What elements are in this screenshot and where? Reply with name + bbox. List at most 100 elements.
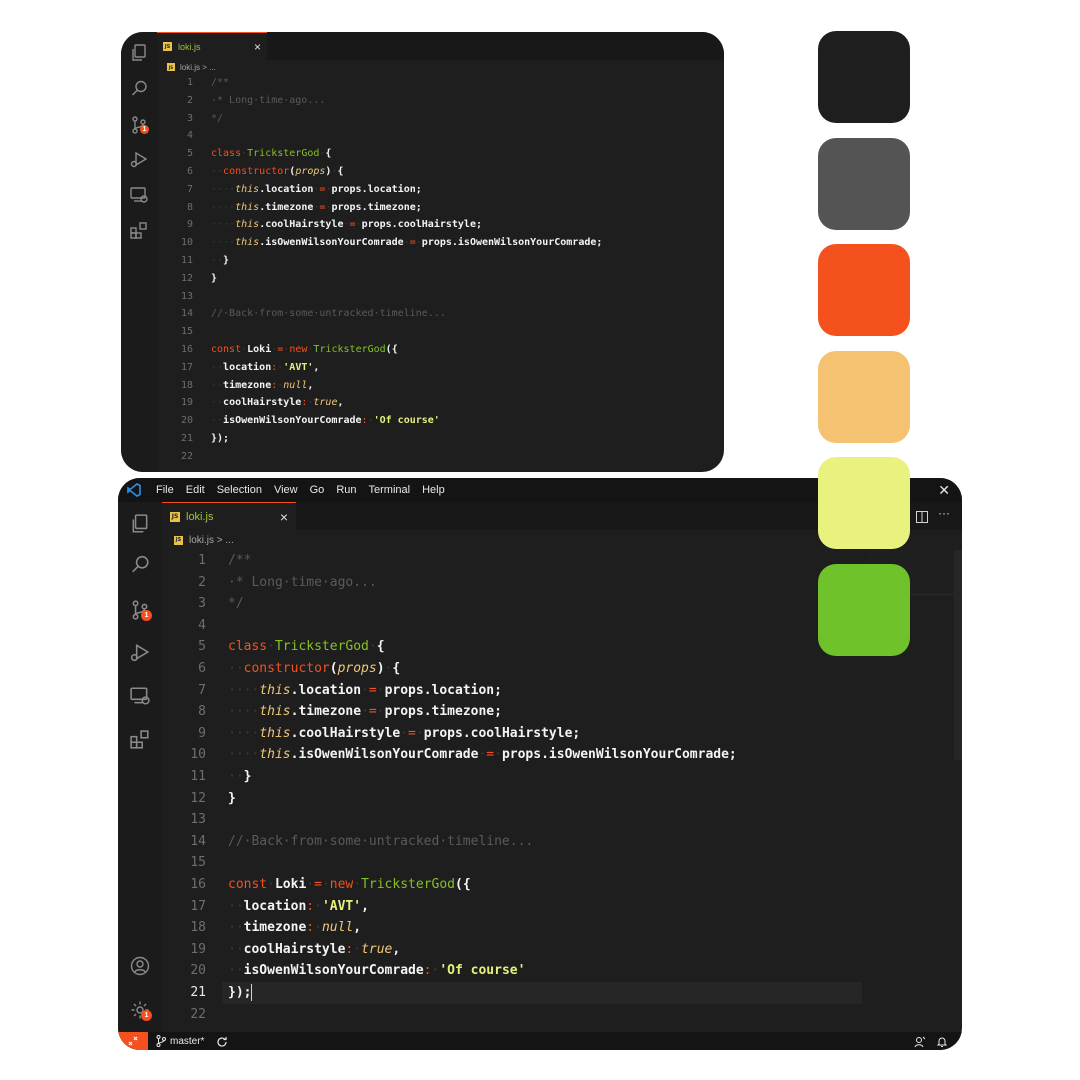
search-icon[interactable]: [118, 552, 162, 576]
token: ·: [267, 877, 275, 892]
code-line: 10 ····this.isOwenWilsonYourComrade·=·pro…: [162, 744, 864, 766]
code-line: 17 ··location:·'AVT',: [162, 896, 864, 918]
close-window-icon[interactable]: ✕: [938, 482, 950, 499]
tab-loki-js[interactable]: JS loki.js ×: [162, 502, 296, 530]
menu-edit[interactable]: Edit: [186, 484, 205, 496]
line-number: 8: [186, 201, 193, 213]
line-number: 16: [190, 877, 206, 892]
breadcrumb[interactable]: JS loki.js > ...: [167, 61, 216, 73]
token: ··: [211, 361, 224, 373]
color-swatch: [818, 31, 910, 123]
sync-icon[interactable]: [216, 1035, 228, 1050]
line-text: ··constructor(props)·{: [228, 658, 400, 680]
line-number: 11: [190, 769, 206, 784]
token: 'Of course': [439, 963, 526, 979]
token: ····: [228, 682, 260, 698]
token: });: [228, 985, 252, 1000]
token: TricksterGod: [274, 639, 369, 655]
token: ··: [211, 415, 224, 427]
branch-icon: [156, 1035, 166, 1047]
code-line: 12}: [162, 788, 864, 810]
token: Loki: [274, 877, 307, 892]
line-text: ····this.isOwenWilsonYourComrade·=·props…: [228, 744, 737, 766]
color-swatch: [818, 244, 910, 336]
token: */: [228, 596, 244, 612]
token: props.timezone;: [331, 201, 422, 213]
accounts-icon[interactable]: [118, 954, 162, 978]
more-actions-icon[interactable]: ···: [938, 506, 950, 520]
text-cursor: [251, 983, 253, 1002]
explorer-icon[interactable]: [121, 42, 157, 64]
scrollbar[interactable]: [954, 550, 962, 760]
menu-run[interactable]: Run: [336, 484, 356, 496]
token: ·: [267, 639, 275, 655]
token: ····: [211, 201, 236, 213]
run-debug-icon[interactable]: [118, 640, 162, 664]
token: {: [376, 639, 385, 655]
remote-explorer-icon[interactable]: [118, 684, 162, 708]
token: null: [321, 920, 354, 936]
line-text: /**: [211, 74, 229, 92]
remote-explorer-icon[interactable]: [121, 184, 157, 206]
extensions-icon[interactable]: [118, 728, 162, 752]
menu-terminal[interactable]: Terminal: [369, 484, 411, 496]
line-number: 14: [190, 833, 206, 849]
source-control-icon[interactable]: 1: [121, 114, 157, 136]
branch-indicator[interactable]: master*: [156, 1032, 204, 1050]
line-number: 14: [180, 308, 193, 320]
remote-indicator[interactable]: [118, 1032, 148, 1050]
tab-close-icon[interactable]: ×: [254, 40, 261, 54]
line-number: 18: [180, 379, 193, 391]
line-text: */: [228, 593, 244, 615]
menu-go[interactable]: Go: [310, 484, 325, 496]
token: ····: [228, 704, 260, 720]
token: .timezone: [290, 704, 362, 720]
code-line: 5 class·TricksterGod·{: [162, 636, 864, 658]
tab-loki-js[interactable]: JS loki.js ×: [157, 32, 267, 60]
code-editor[interactable]: 1/** 2 ·* Long·time·ago... 3 */4 5 class·Trick…: [162, 550, 864, 1032]
menu-view[interactable]: View: [274, 484, 298, 496]
explorer-icon[interactable]: [118, 512, 162, 536]
settings-badge: 1: [141, 1010, 152, 1021]
code-editor-preview[interactable]: 1 /** 2 ·* Long·time·ago... 3 */ 4 5 class·Trick…: [157, 74, 724, 472]
token: :: [306, 920, 315, 936]
activity-bar: 1: [121, 32, 157, 472]
token: //·Back·from·some·untracked·timeline...: [228, 833, 534, 849]
extensions-icon[interactable]: [121, 220, 157, 242]
token: ··: [228, 963, 244, 979]
code-line: 4: [162, 615, 864, 637]
token: //·Back·from·some·untracked·timeline...: [211, 308, 446, 320]
settings-gear-icon[interactable]: 1: [118, 998, 162, 1022]
notifications-bell-icon[interactable]: [936, 1035, 948, 1050]
breadcrumb[interactable]: JS loki.js > ...: [174, 532, 234, 548]
code-line: 1 /**: [157, 74, 724, 92]
tab-close-icon[interactable]: ×: [280, 509, 288, 525]
code-line: 14 //·Back·from·some·untracked·timeline..…: [157, 305, 724, 323]
token: props.timezone;: [384, 704, 502, 720]
line-number: 4: [198, 617, 206, 633]
code-line: 19 ··coolHairstyle:·true,: [162, 939, 864, 961]
menu-file[interactable]: File: [156, 484, 174, 496]
code-line: 11 ··}: [162, 766, 864, 788]
search-icon[interactable]: [121, 77, 157, 99]
token: ·: [494, 747, 502, 763]
source-control-icon[interactable]: 1: [118, 598, 162, 622]
menu-help[interactable]: Help: [422, 484, 445, 496]
run-debug-icon[interactable]: [121, 148, 157, 170]
code-line: 22: [162, 1004, 864, 1026]
split-editor-icon[interactable]: [916, 510, 928, 528]
line-number: 11: [180, 255, 193, 266]
token: props.isOwenWilsonYourComrade;: [501, 747, 737, 763]
token: TricksterGod: [247, 148, 320, 160]
token: ··: [211, 379, 224, 391]
line-number: 17: [180, 361, 193, 373]
feedback-icon[interactable]: [914, 1035, 926, 1050]
menu-selection[interactable]: Selection: [217, 484, 262, 496]
line-text: }: [228, 788, 236, 810]
token: ··: [228, 920, 244, 936]
token: :: [423, 963, 432, 979]
code-line: 13: [157, 288, 724, 306]
code-line: 20 ··isOwenWilsonYourComrade:·'Of course': [162, 960, 864, 982]
token: this: [235, 201, 260, 213]
code-line: 18 ··timezone:·null,: [157, 377, 724, 395]
